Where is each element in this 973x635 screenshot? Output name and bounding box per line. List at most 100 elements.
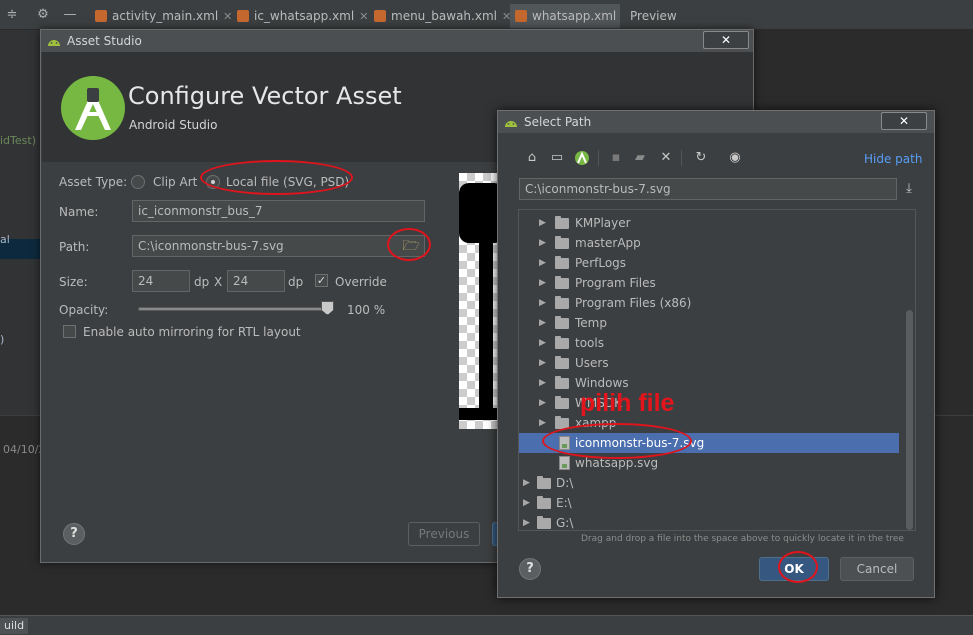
vector-preview (459, 173, 499, 429)
expand-arrow-icon[interactable]: ▶ (539, 393, 549, 413)
window-title: Asset Studio (67, 34, 142, 48)
local-file-radio[interactable] (206, 175, 220, 189)
page-title: Configure Vector Asset (128, 82, 402, 110)
home-icon[interactable]: ⌂ (524, 150, 540, 166)
tree-drive-item[interactable]: ▶ G:\ (519, 513, 899, 530)
folder-icon (555, 296, 569, 309)
tree-item-label: D:\ (556, 476, 574, 490)
editor-tab[interactable]: menu_bawah.xml ✕ (369, 4, 519, 28)
select-path-dialog: Select Path ✕ ⌂ ▭ ▪ ▰ ✕ ↻ ◉ Hide path C:… (497, 110, 935, 598)
expand-arrow-icon[interactable]: ▶ (539, 313, 549, 333)
file-tree[interactable]: ▶ G:\ ▶ E:\ ▶ D:\ whatsapp.svg iconmonstr-bus-7… (518, 209, 916, 531)
bus-preview-image (459, 183, 499, 420)
expand-arrow-icon[interactable]: ▶ (539, 413, 549, 433)
xml-file-icon (95, 10, 107, 22)
build-tool-tab[interactable]: uild (0, 618, 29, 634)
folder-open-icon[interactable]: 🗁 (399, 236, 423, 256)
tree-item-label: PerfLogs (575, 256, 627, 270)
new-folder-icon[interactable]: ▰ (632, 150, 648, 166)
rtl-mirroring-label[interactable]: Enable auto mirroring for RTL layout (83, 325, 301, 339)
path-input[interactable]: C:\iconmonstr-bus-7.svg (519, 178, 897, 200)
expand-arrow-icon[interactable]: ▶ (523, 513, 533, 530)
tree-folder-item[interactable]: ▶ PerfLogs (519, 253, 899, 273)
expand-arrow-icon[interactable]: ▶ (539, 373, 549, 393)
tree-drive-item[interactable]: ▶ E:\ (519, 493, 899, 513)
width-input[interactable]: 24 (132, 270, 190, 292)
tree-folder-item[interactable]: ▶ Program Files (519, 273, 899, 293)
expand-arrow-icon[interactable]: ▶ (539, 293, 549, 313)
override-checkbox[interactable]: ✓ (315, 274, 328, 287)
height-unit-label: dp (288, 275, 304, 289)
ok-button[interactable]: OK (759, 557, 829, 581)
expand-arrow-icon[interactable]: ▶ (523, 493, 533, 513)
tree-scrollbar[interactable] (904, 210, 914, 530)
folder-icon (555, 356, 569, 369)
expand-arrow-icon[interactable]: ▶ (539, 333, 549, 353)
cancel-button[interactable]: Cancel (840, 557, 914, 581)
expand-arrow-icon[interactable]: ▶ (539, 253, 549, 273)
expand-arrow-icon[interactable]: ▶ (539, 273, 549, 293)
asset-type-label: Asset Type: (59, 175, 128, 189)
delete-icon[interactable]: ✕ (658, 150, 674, 166)
scrollbar-thumb[interactable] (906, 310, 913, 530)
tree-folder-item[interactable]: ▶ Temp (519, 313, 899, 333)
show-hidden-icon[interactable]: ◉ (727, 150, 743, 166)
xml-file-icon (237, 10, 249, 22)
tree-folder-item[interactable]: ▶ Windows (519, 373, 899, 393)
android-icon (48, 40, 60, 46)
expand-arrow-icon[interactable]: ▶ (539, 233, 549, 253)
download-icon[interactable]: ⤓ (901, 181, 917, 197)
desktop-icon[interactable]: ▭ (549, 150, 565, 166)
tree-folder-item[interactable]: ▶ tools (519, 333, 899, 353)
module-icon[interactable]: ▪ (608, 150, 624, 166)
rtl-mirroring-checkbox[interactable] (63, 325, 76, 338)
help-button[interactable]: ? (63, 523, 85, 545)
close-tab-icon[interactable]: ✕ (223, 10, 232, 23)
hide-path-link[interactable]: Hide path (864, 152, 922, 166)
tree-file-item[interactable]: iconmonstr-bus-7.svg (519, 433, 899, 453)
preview-tab[interactable]: Preview (622, 4, 685, 28)
height-input[interactable]: 24 (227, 270, 285, 292)
local-file-label[interactable]: Local file (SVG, PSD) (226, 175, 349, 189)
name-input[interactable]: ic_iconmonstr_bus_7 (132, 200, 425, 222)
expand-arrow-icon[interactable]: ▶ (539, 353, 549, 373)
width-unit-label: dp (194, 275, 210, 289)
tree-folder-item[interactable]: ▶ WMSDK (519, 393, 899, 413)
previous-button[interactable]: Previous (408, 522, 480, 546)
close-button[interactable]: ✕ (703, 31, 749, 49)
tree-folder-item[interactable]: ▶ Users (519, 353, 899, 373)
help-button[interactable]: ? (519, 558, 541, 580)
editor-tab[interactable]: activity_main.xml ✕ (90, 4, 240, 28)
select-path-titlebar: Select Path (498, 111, 934, 133)
refresh-icon[interactable]: ↻ (693, 150, 709, 166)
close-button[interactable]: ✕ (881, 112, 927, 130)
tree-folder-item[interactable]: ▶ Program Files (x86) (519, 293, 899, 313)
expand-arrow-icon[interactable]: ▶ (523, 473, 533, 493)
gear-icon[interactable]: ⚙ (35, 7, 51, 23)
tree-drive-item[interactable]: ▶ D:\ (519, 473, 899, 493)
folder-icon (555, 236, 569, 249)
editor-tab-active[interactable]: whatsapp.xml (510, 4, 620, 28)
opacity-slider-track[interactable] (138, 307, 328, 311)
tree-item-label: KMPlayer (575, 216, 631, 230)
tree-folder-item[interactable]: ▶ KMPlayer (519, 213, 899, 233)
tree-file-item[interactable]: whatsapp.svg (519, 453, 899, 473)
clip-art-radio[interactable] (131, 175, 145, 189)
override-label[interactable]: Override (335, 275, 387, 289)
collapse-icon[interactable]: ≑ (4, 7, 20, 23)
expand-arrow-icon[interactable]: ▶ (539, 213, 549, 233)
close-tab-icon[interactable]: ✕ (359, 10, 368, 23)
path-label: Path: (59, 240, 90, 254)
editor-tab[interactable]: ic_whatsapp.xml ✕ (232, 4, 376, 28)
tree-item-label: tools (575, 336, 604, 350)
drive-icon (537, 496, 551, 509)
drag-drop-hint: Drag and drop a file into the space abov… (581, 534, 904, 544)
android-project-icon[interactable] (574, 150, 590, 166)
tree-folder-item[interactable]: ▶ xampp (519, 413, 899, 433)
tree-item-label: whatsapp.svg (575, 456, 659, 470)
minimize-icon[interactable]: — (62, 7, 78, 23)
path-input[interactable]: C:\iconmonstr-bus-7.svg (132, 235, 425, 257)
clip-art-label[interactable]: Clip Art (153, 175, 197, 189)
tree-folder-item[interactable]: ▶ masterApp (519, 233, 899, 253)
opacity-slider-thumb[interactable] (321, 301, 334, 315)
